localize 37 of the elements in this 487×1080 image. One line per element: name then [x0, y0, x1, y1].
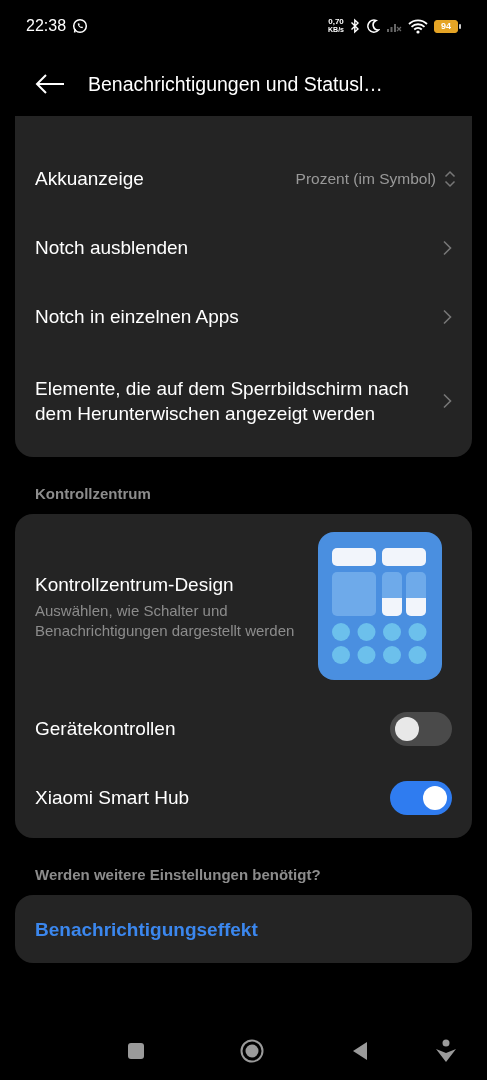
recents-icon[interactable] — [127, 1042, 145, 1060]
setting-label: Gerätekontrollen — [35, 717, 176, 741]
page-title: Benachrichtigungen und Statusl… — [88, 72, 383, 96]
clock: 22:38 — [26, 17, 67, 35]
back-icon[interactable] — [352, 1041, 368, 1061]
home-icon[interactable] — [240, 1039, 264, 1063]
up-down-chevron-icon — [444, 169, 456, 188]
toggle-switch[interactable] — [390, 780, 452, 815]
setting-label: Kontrollzentrum-Design — [35, 572, 235, 597]
person-icon[interactable] — [435, 1039, 457, 1063]
network-speed: 0,70 — [328, 18, 344, 26]
setting-label: Notch ausblenden — [35, 236, 189, 260]
chevron-right-icon — [442, 239, 452, 256]
moon-icon — [366, 18, 380, 34]
wifi-icon — [408, 18, 428, 34]
chat-icon — [72, 18, 89, 34]
settings-row[interactable]: Akkuanzeige Prozent (im Symbol) — [15, 144, 472, 213]
chevron-right-icon — [442, 308, 452, 325]
section-header: Kontrollzentrum — [34, 484, 152, 504]
setting-label: Elemente, die auf dem Sperrbildschirm nach dem Herunterwischen angezeigt werden — [35, 377, 410, 426]
bluetooth-icon — [350, 18, 360, 34]
setting-label: Xiaomi Smart Hub — [35, 786, 190, 810]
chevron-right-icon — [442, 393, 452, 409]
settings-row[interactable]: Kontrollzentrum-Design Auswählen, wie Schalter und Benachrichtigungen dargestellt werden — [15, 520, 472, 694]
section-header: Werden weitere Einstellungen benötigt? — [34, 865, 322, 885]
settings-row[interactable]: Elemente, die auf dem Sperrbildschirm nach dem Herunterwischen angezeigt werden — [15, 351, 472, 451]
toggle-switch[interactable] — [390, 711, 452, 746]
settings-row[interactable]: Notch ausblenden — [15, 213, 472, 282]
setting-link[interactable]: Benachrichtigungseffekt — [35, 916, 258, 942]
back-arrow-icon — [35, 74, 65, 94]
setting-label: Akkuanzeige — [35, 167, 144, 191]
setting-description: Auswählen, wie Schalter und Benachrichtigungen dargestellt werden — [35, 600, 295, 641]
battery-level: 94 — [440, 21, 452, 31]
settings-row[interactable]: Notch in einzelnen Apps — [15, 282, 472, 351]
control-center-illustration-icon — [318, 532, 442, 680]
dropdown-selector[interactable]: Prozent (im Symbol) — [295, 169, 456, 188]
setting-label: Notch in einzelnen Apps — [35, 305, 239, 329]
